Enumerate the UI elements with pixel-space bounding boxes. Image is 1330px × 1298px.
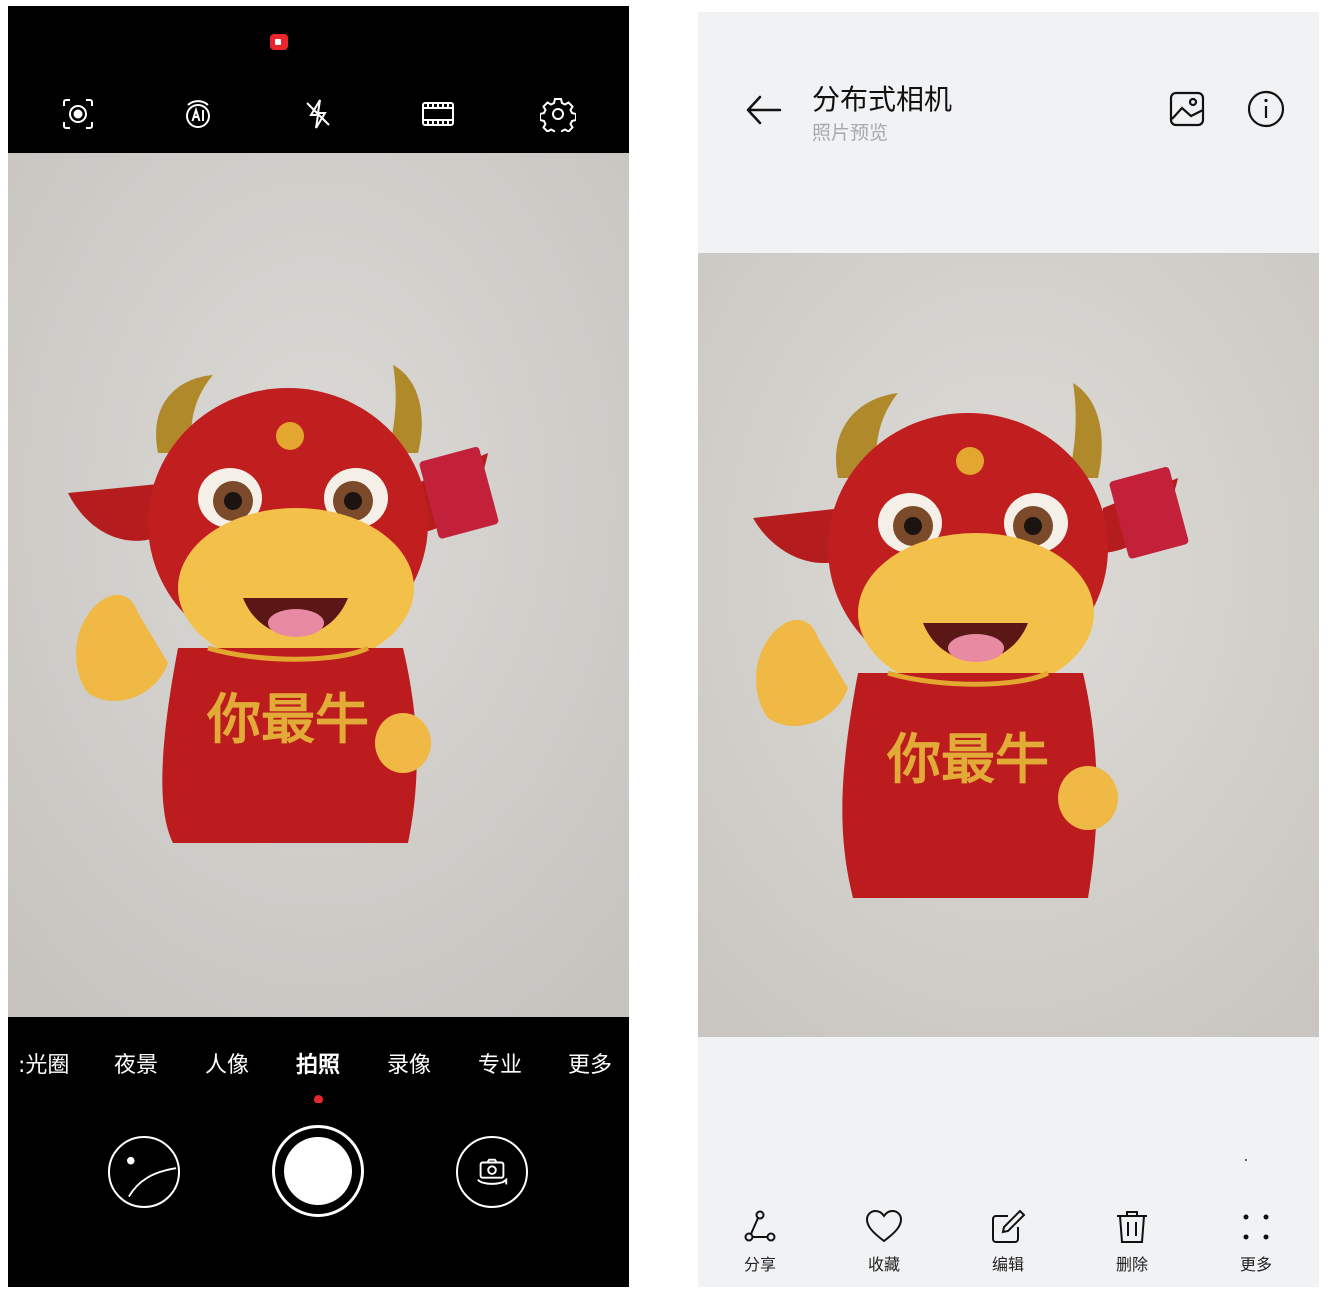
- mode-pro[interactable]: 专业: [478, 1047, 522, 1079]
- delete-label: 删除: [1115, 1255, 1148, 1274]
- camera-viewfinder[interactable]: 你最牛: [8, 153, 629, 1017]
- image-icon: [1169, 91, 1205, 127]
- favorite-label: 收藏: [867, 1255, 900, 1274]
- smart-lens-icon: [63, 99, 93, 129]
- more-label: 更多: [1239, 1255, 1272, 1274]
- camera-screen: 你最牛 :光圈 夜景 人像 拍照 录像 专业 更多: [8, 6, 629, 1287]
- arrow-left-icon: [746, 95, 782, 125]
- edit-button[interactable]: 编辑: [973, 1207, 1043, 1275]
- edit-icon: [992, 1209, 1026, 1243]
- screenshot-canvas: 你最牛 :光圈 夜景 人像 拍照 录像 专业 更多 分布式相机 照片预览 你最牛…: [0, 0, 1330, 1298]
- camera-controls: [8, 1103, 629, 1287]
- heart-icon: [865, 1209, 903, 1243]
- mode-more[interactable]: 更多: [568, 1047, 612, 1079]
- camera-top-bar: [8, 6, 629, 153]
- mode-night[interactable]: 夜景: [114, 1047, 158, 1079]
- shutter-button[interactable]: [272, 1125, 364, 1217]
- share-label: 分享: [743, 1255, 776, 1274]
- camera-mode-bar: :光圈 夜景 人像 拍照 录像 专业 更多: [8, 1017, 629, 1104]
- page-subtitle: 照片预览: [812, 122, 889, 144]
- flash-button[interactable]: [298, 94, 338, 134]
- film-filter-button[interactable]: [418, 94, 458, 134]
- film-frame-icon: [422, 102, 454, 126]
- info-icon: [1247, 90, 1285, 128]
- gallery-thumbnail-icon: [127, 1156, 177, 1198]
- preview-photo[interactable]: 你最牛: [698, 253, 1319, 1037]
- gallery-thumbnail-button[interactable]: [108, 1136, 180, 1208]
- edit-label: 编辑: [991, 1255, 1024, 1274]
- record-indicator: [270, 34, 288, 50]
- more-button[interactable]: 更多: [1221, 1207, 1291, 1275]
- flash-off-icon: [306, 99, 330, 129]
- smart-lens-button[interactable]: [58, 94, 98, 134]
- mode-photo[interactable]: 拍照: [296, 1047, 340, 1079]
- share-button[interactable]: 分享: [725, 1207, 795, 1275]
- shirt-text: 你最牛: [886, 727, 1049, 791]
- ai-button[interactable]: [178, 94, 218, 134]
- ai-icon: [186, 100, 210, 128]
- switch-camera-icon: [477, 1158, 508, 1185]
- mode-portrait[interactable]: 人像: [205, 1047, 249, 1079]
- shutter-inner: [284, 1137, 352, 1205]
- gallery-button[interactable]: [1166, 88, 1208, 130]
- mode-aperture[interactable]: :光圈: [18, 1047, 69, 1079]
- switch-camera-button[interactable]: [456, 1136, 528, 1208]
- settings-button[interactable]: [538, 94, 578, 134]
- stray-dot: [1245, 1159, 1247, 1161]
- trash-icon: [1117, 1211, 1147, 1243]
- photo-preview-screen: 分布式相机 照片预览 你最牛 分享 收藏 编辑 删除 更多: [698, 12, 1319, 1287]
- mode-video[interactable]: 录像: [387, 1047, 431, 1079]
- more-dots-icon: [1243, 1214, 1269, 1240]
- favorite-button[interactable]: 收藏: [849, 1207, 919, 1275]
- preview-header: 分布式相机 照片预览: [698, 12, 1319, 252]
- shirt-text: 你最牛: [206, 687, 369, 751]
- share-icon: [744, 1210, 776, 1242]
- delete-button[interactable]: 删除: [1097, 1207, 1167, 1275]
- settings-gear-icon: [540, 98, 576, 132]
- info-button[interactable]: [1245, 88, 1287, 130]
- page-title: 分布式相机: [812, 83, 953, 116]
- preview-action-bar: 分享 收藏 编辑 删除 更多: [698, 1037, 1319, 1287]
- back-button[interactable]: [742, 90, 786, 130]
